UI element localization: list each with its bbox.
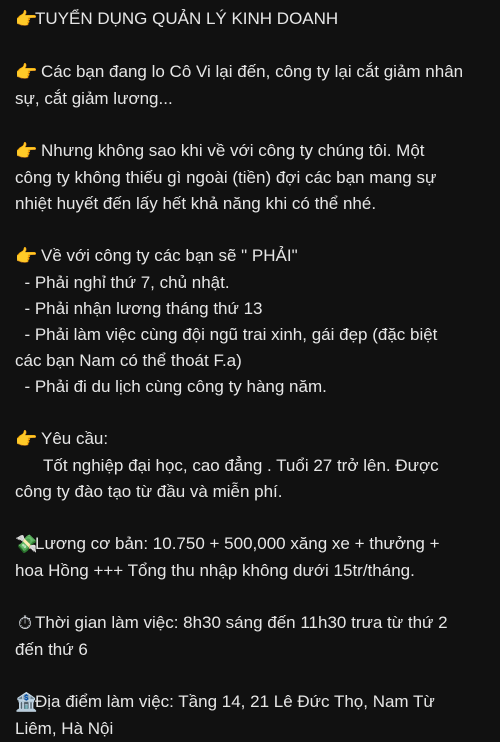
salary-line: 💸Lương cơ bản: 10.750 + 500,000 xăng xe … bbox=[15, 531, 488, 558]
requirements-paragraph: 👉 Yêu cầu: Tốt nghiệp đại học, cao đẳng .… bbox=[15, 426, 488, 505]
hours-line: ⏱ Thời gian làm việc: 8h30 sáng đến 11h30… bbox=[15, 610, 488, 637]
salary-line: hoa Hồng +++ Tổng thu nhập không dưới 15… bbox=[15, 561, 415, 580]
benefit-item: - Phải nghỉ thứ 7, chủ nhật. bbox=[15, 273, 230, 292]
location-paragraph: 🏦Địa điểm làm việc: Tầng 14, 21 Lê Đức T… bbox=[15, 689, 488, 742]
hours-paragraph: ⏱ Thời gian làm việc: 8h30 sáng đến 11h30… bbox=[15, 610, 488, 663]
hours-line: đến thứ 6 bbox=[15, 640, 88, 659]
pointing-hand-icon: 👉 bbox=[15, 141, 38, 162]
post-body: 👉TUYỂN DỤNG QUẢN LÝ KINH DOANH 👉 Các bạn … bbox=[0, 0, 500, 738]
benefit-item: - Phải làm việc cùng đội ngũ trai xinh, … bbox=[15, 325, 438, 344]
pitch-line: công ty không thiếu gì ngoài (tiền) đợi … bbox=[15, 168, 437, 187]
pointing-hand-icon: 👉 bbox=[15, 429, 38, 450]
intro-line: sự, cắt giảm lương... bbox=[15, 89, 173, 108]
pitch-paragraph: 👉 Nhưng không sao khi về với công ty chún… bbox=[15, 138, 488, 217]
pitch-text: Nhưng không sao khi về với công ty chúng… bbox=[41, 141, 425, 160]
money-icon: 💸 bbox=[15, 534, 38, 555]
salary-paragraph: 💸Lương cơ bản: 10.750 + 500,000 xăng xe … bbox=[15, 531, 488, 584]
pitch-line: nhiệt huyết đến lấy hết khả năng khi có … bbox=[15, 194, 377, 213]
location-text: Địa điểm làm việc: Tầng 14, 21 Lê Đức Th… bbox=[35, 692, 435, 711]
bank-icon: 🏦 bbox=[15, 692, 38, 713]
location-line: 🏦Địa điểm làm việc: Tầng 14, 21 Lê Đức T… bbox=[15, 689, 488, 716]
stopwatch-icon: ⏱ bbox=[17, 613, 33, 634]
hours-text: Thời gian làm việc: 8h30 sáng đến 11h30 … bbox=[35, 613, 448, 632]
intro-line: 👉 Các bạn đang lo Cô Vi lại đến, công ty … bbox=[15, 59, 488, 86]
benefits-heading: 👉 Về với công ty các bạn sẽ " PHẢI" bbox=[15, 243, 488, 270]
pointing-hand-icon: 👉 bbox=[15, 9, 38, 30]
salary-text: Lương cơ bản: 10.750 + 500,000 xăng xe +… bbox=[35, 534, 440, 553]
benefits-paragraph: 👉 Về với công ty các bạn sẽ " PHẢI" - Phả… bbox=[15, 243, 488, 400]
intro-paragraph: 👉 Các bạn đang lo Cô Vi lại đến, công ty … bbox=[15, 59, 488, 112]
pointing-hand-icon: 👉 bbox=[15, 62, 38, 83]
requirement-line: công ty đào tạo từ đầu và miễn phí. bbox=[15, 482, 283, 501]
pointing-hand-icon: 👉 bbox=[15, 246, 38, 267]
requirements-heading-text: Yêu cầu: bbox=[41, 429, 109, 448]
benefit-item: - Phải nhận lương tháng thứ 13 bbox=[15, 299, 263, 318]
post-title-line: 👉TUYỂN DỤNG QUẢN LÝ KINH DOANH bbox=[15, 6, 488, 33]
requirements-heading: 👉 Yêu cầu: bbox=[15, 426, 488, 453]
requirement-line: Tốt nghiệp đại học, cao đẳng . Tuổi 27 t… bbox=[15, 456, 439, 475]
benefits-heading-text: Về với công ty các bạn sẽ " PHẢI" bbox=[41, 246, 298, 265]
intro-text: Các bạn đang lo Cô Vi lại đến, công ty l… bbox=[41, 62, 464, 81]
post-title-paragraph: 👉TUYỂN DỤNG QUẢN LÝ KINH DOANH bbox=[15, 6, 488, 33]
post-title: TUYỂN DỤNG QUẢN LÝ KINH DOANH bbox=[35, 9, 339, 28]
benefit-item: các bạn Nam có thể thoát F.a) bbox=[15, 351, 242, 370]
benefit-item: - Phải đi du lịch cùng công ty hàng năm. bbox=[15, 377, 327, 396]
pitch-line: 👉 Nhưng không sao khi về với công ty chún… bbox=[15, 138, 488, 165]
